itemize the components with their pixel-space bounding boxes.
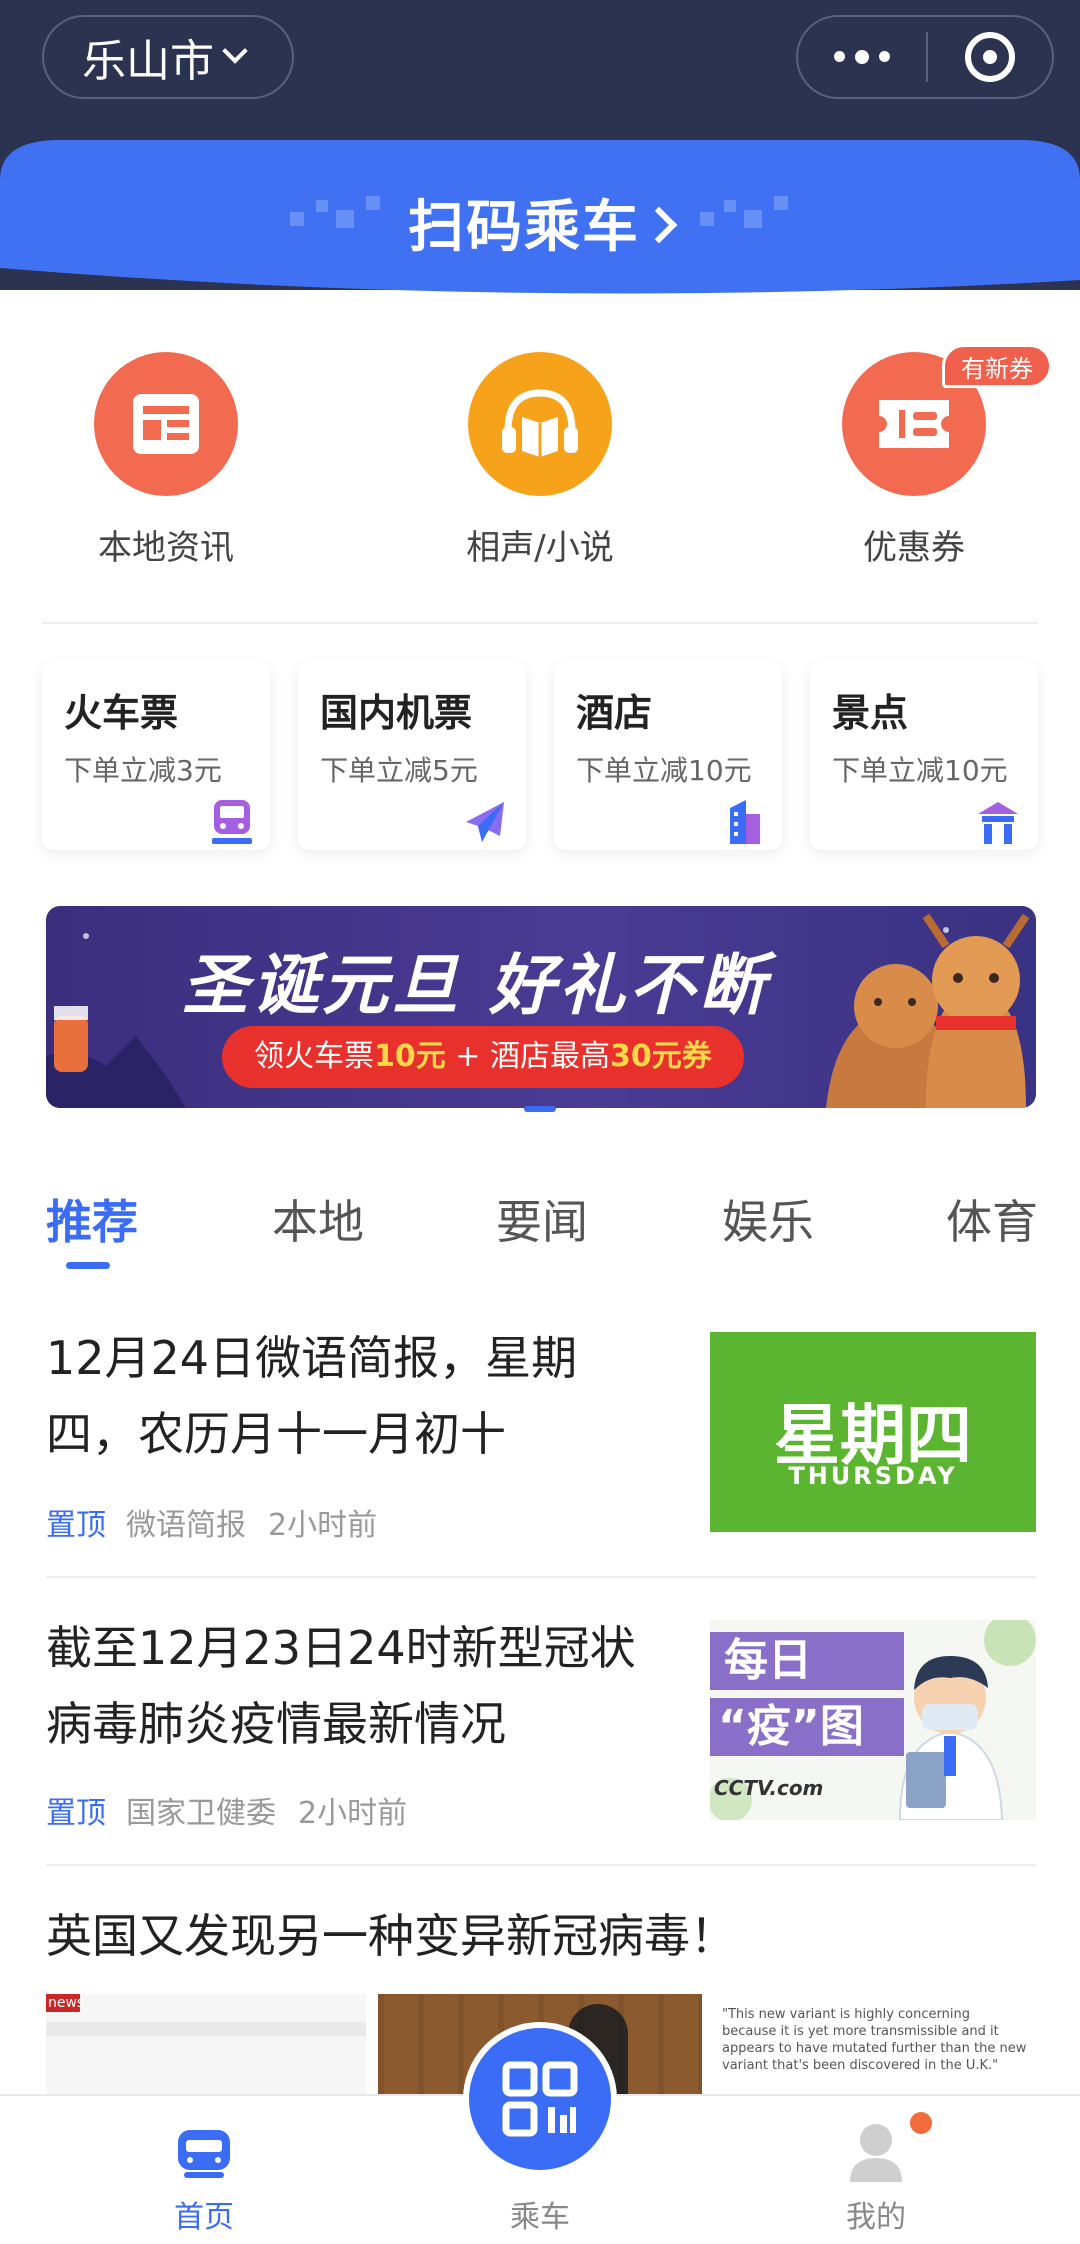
card-subtitle: 下单立减5元 [320,754,478,787]
nav-label: 乘车 [510,2200,570,2235]
news-title[interactable]: 英国又发现另一种变异新冠病毒！ [46,1898,736,1974]
news-thumbnail[interactable]: 星期四 THURSDAY [710,1332,1036,1532]
card-title: 国内机票 [320,691,473,735]
news-divider [46,1864,1036,1866]
tab-entertainment[interactable]: 娱乐 [722,1186,814,1252]
news-source: 国家卫健委 [126,1796,276,1831]
quick-entry-label: 优惠券 [863,528,965,568]
tab-headlines[interactable]: 要闻 [496,1186,588,1252]
card-subtitle: 下单立减3元 [64,754,222,787]
quick-entry-local-news[interactable]: 本地资讯 [56,340,276,569]
headphones-book-icon [468,352,612,496]
quick-entries: 本地资讯 相声/小说 优惠券 [0,340,1080,580]
card-train-tickets[interactable]: 火车票 下单立减3元 [42,660,270,850]
news-divider [46,1576,1036,1578]
news-image[interactable]: news [46,1994,366,2094]
home-bus-icon [178,2130,230,2178]
promo-subline: 领火车票10元 + 酒店最高30元券 [222,1026,744,1088]
nav-home[interactable]: 首页 [104,2096,304,2244]
more-options-icon[interactable] [798,49,926,64]
nav-label: 我的 [846,2200,906,2235]
close-target-icon[interactable] [928,32,1052,82]
newspaper-icon [94,352,238,496]
train-icon [212,800,252,844]
card-attractions[interactable]: 景点 下单立减10元 [810,660,1038,850]
news-title[interactable]: 12月24日微语简报，星期 四，农历月十一月初十 [46,1320,577,1472]
news-tabs: 推荐 本地 要闻 娱乐 体育 [0,1186,1080,1276]
chevron-down-icon [222,38,248,64]
user-icon [850,2124,902,2182]
nav-mine[interactable]: 我的 [776,2096,976,2244]
tab-local[interactable]: 本地 [272,1186,364,1252]
city-selector[interactable]: 乐山市 [42,15,294,99]
card-subtitle: 下单立减10元 [576,754,752,787]
news-title[interactable]: 截至12月23日24时新型冠状 病毒肺炎疫情最新情况 [46,1610,636,1762]
cctv-logo: CCTV.com [714,1776,824,1800]
section-divider [42,622,1038,624]
quick-entry-audio[interactable]: 相声/小说 [430,340,650,569]
new-coupon-badge: 有新券 [942,344,1052,388]
nav-label: 首页 [174,2200,234,2235]
card-hotels[interactable]: 酒店 下单立减10元 [554,660,782,850]
news-time: 2小时前 [268,1508,378,1543]
pinned-tag: 置顶 [46,1508,106,1543]
scan-ride-button[interactable] [463,2022,617,2176]
mini-program-capsule [796,15,1054,99]
carousel-indicator [524,1106,556,1112]
tab-recommended[interactable]: 推荐 [46,1186,138,1252]
card-title: 酒店 [576,691,653,735]
pinned-tag: 置顶 [46,1796,106,1831]
news-quote-image[interactable]: "This new variant is highly concerning b… [714,1994,1036,2094]
news-source: 微语简报 [126,1508,246,1543]
card-title: 火车票 [64,691,179,735]
tab-sports[interactable]: 体育 [946,1186,1038,1252]
city-name: 乐山市 [82,36,214,87]
plane-icon [466,802,504,842]
card-title: 景点 [832,691,909,735]
scan-ride-label[interactable]: 扫码乘车 [0,182,1080,263]
quick-entry-label: 本地资讯 [98,528,234,568]
qr-code-icon [502,2061,578,2137]
active-tab-indicator [66,1262,110,1269]
news-meta: 置顶 微语简报 2小时前 [46,1500,377,1544]
news-site-tag: news [46,1994,85,2012]
attraction-icon [978,802,1018,844]
quick-entry-label: 相声/小说 [466,528,614,568]
chevron-right-icon [640,206,678,244]
hotel-icon [730,800,760,844]
promo-banner[interactable]: 圣诞元旦 好礼不断 领火车票10元 + 酒店最高30元券 [46,906,1036,1108]
news-time: 2小时前 [298,1796,408,1831]
card-domestic-flights[interactable]: 国内机票 下单立减5元 [298,660,526,850]
news-meta: 置顶 国家卫健委 2小时前 [46,1788,407,1832]
news-thumbnail[interactable]: 每日 “疫”图 CCTV.com [710,1620,1036,1820]
card-subtitle: 下单立减10元 [832,754,1008,787]
promo-headline: 圣诞元旦 好礼不断 [182,947,769,1024]
notification-dot [910,2112,932,2134]
